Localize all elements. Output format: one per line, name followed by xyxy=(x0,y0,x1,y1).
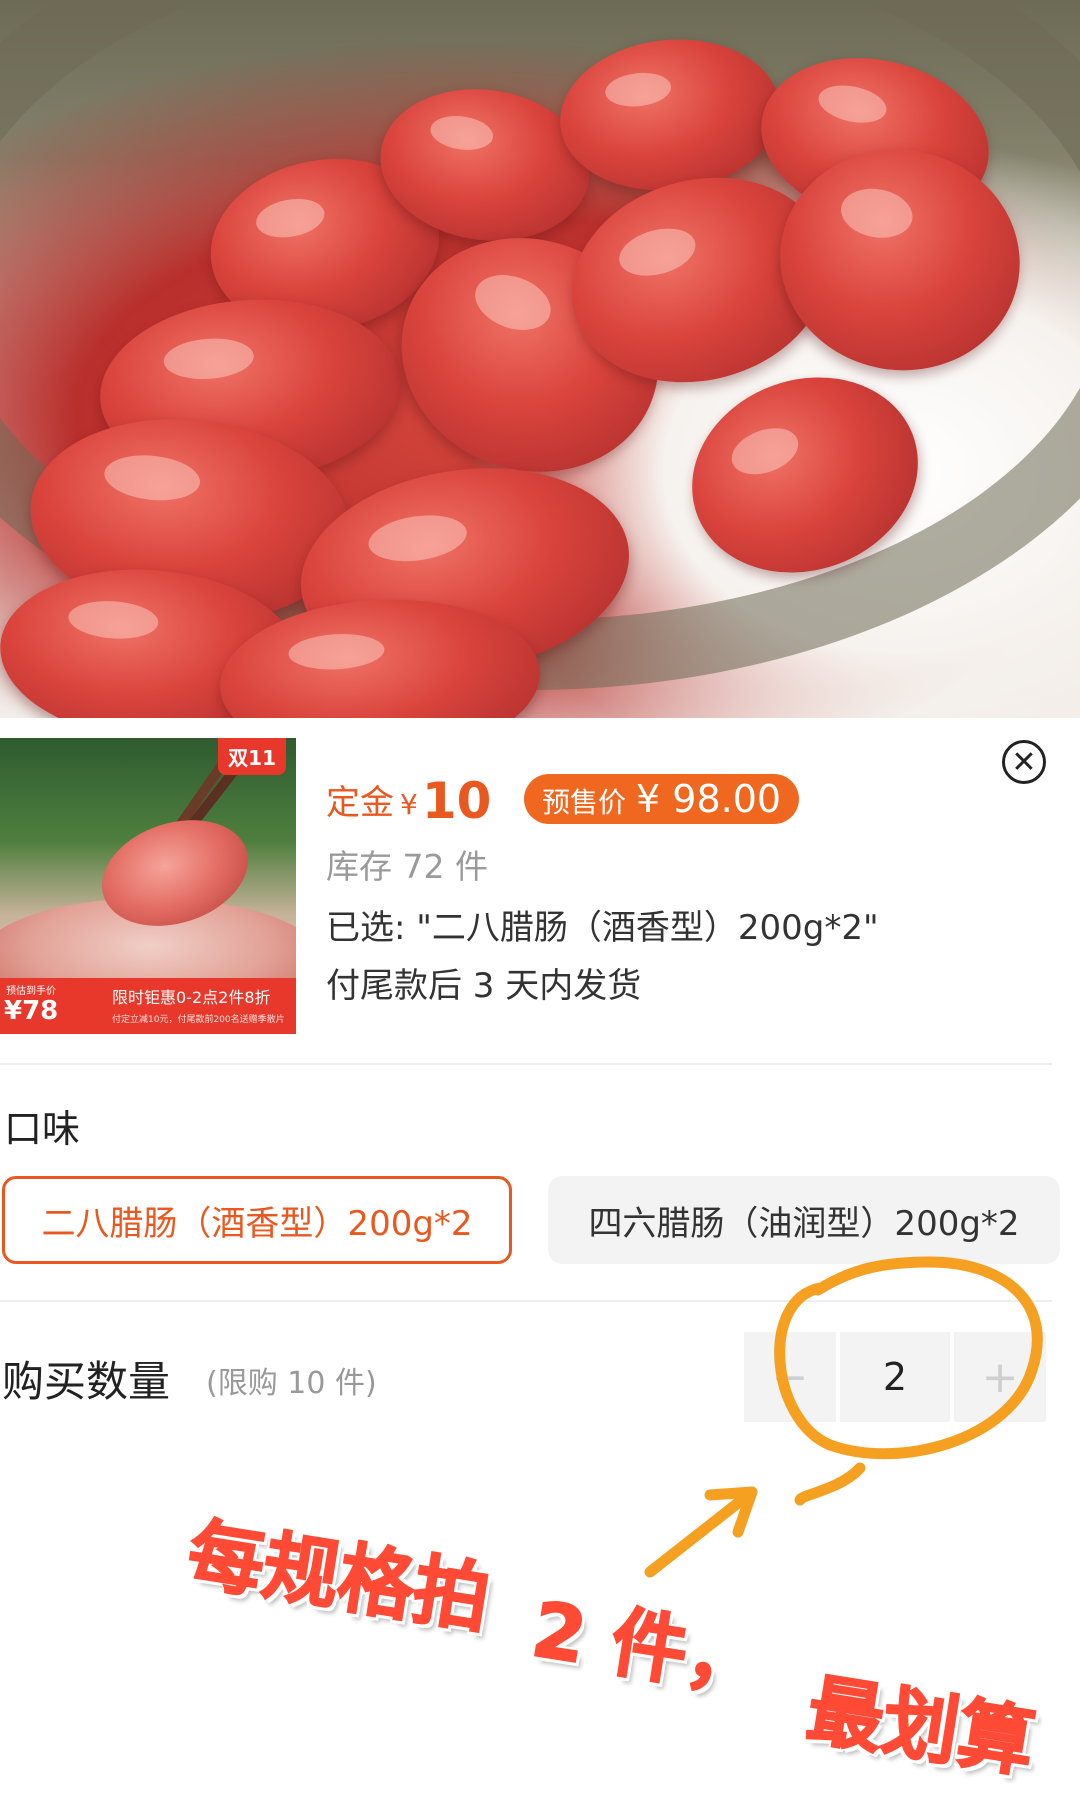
annotation-handwriting: 每规格拍 2 件， 最划算 xyxy=(181,1505,1068,1790)
annotation-circle xyxy=(774,1256,1043,1506)
annotation-text-1: 每规格拍 xyxy=(181,1508,497,1645)
annotation-text-2: 2 件， xyxy=(525,1583,769,1709)
annotation-text-3: 最划算 xyxy=(800,1664,1041,1790)
